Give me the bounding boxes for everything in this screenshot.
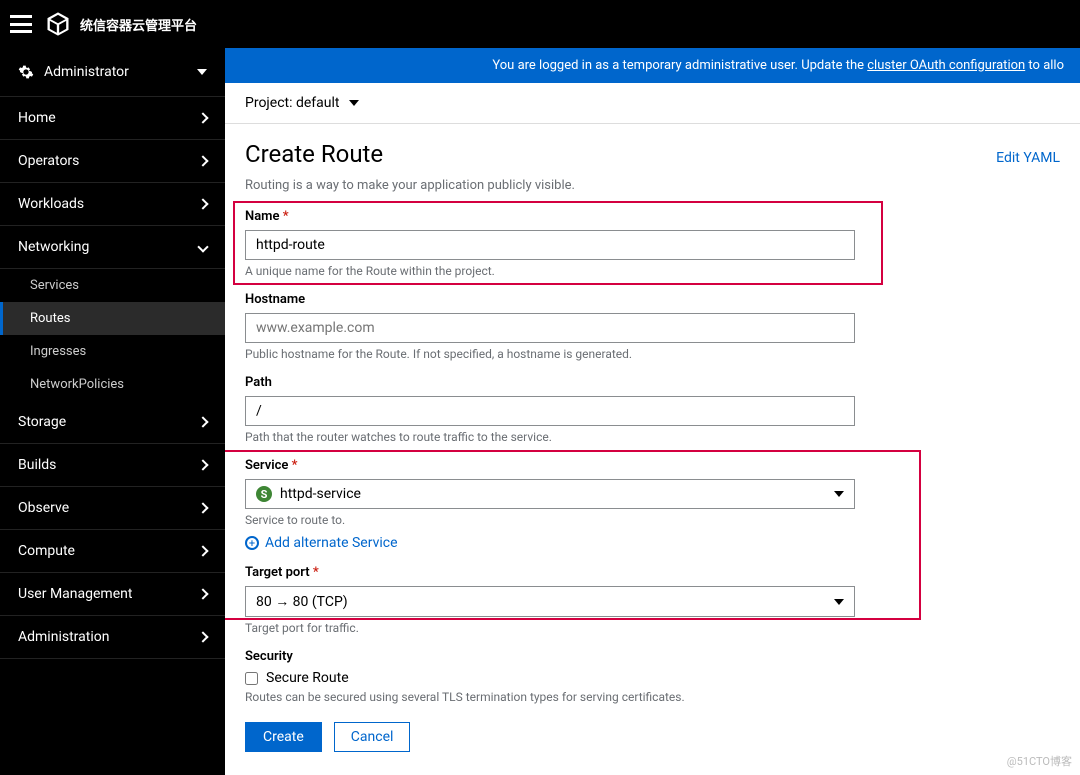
security-help: Routes can be secured using several TLS …: [245, 690, 1060, 704]
sidebar-item-usermgmt[interactable]: User Management: [0, 573, 225, 616]
sidebar: Administrator Home Operators Workloads N…: [0, 48, 225, 775]
sidebar-item-networking[interactable]: Networking: [0, 226, 225, 269]
sidebar-item-builds[interactable]: Builds: [0, 444, 225, 487]
chevron-right-icon: [197, 155, 208, 166]
main-content: You are logged in as a temporary adminis…: [225, 48, 1080, 775]
perspective-label: Administrator: [44, 64, 129, 80]
plus-circle-icon: +: [245, 536, 259, 550]
target-port-help: Target port for traffic.: [245, 621, 1060, 635]
chevron-right-icon: [197, 545, 208, 556]
hostname-input[interactable]: [245, 313, 855, 343]
chevron-right-icon: [197, 416, 208, 427]
hostname-help: Public hostname for the Route. If not sp…: [245, 347, 1060, 361]
sidebar-item-routes[interactable]: Routes: [0, 302, 225, 335]
sidebar-item-operators[interactable]: Operators: [0, 140, 225, 183]
chevron-right-icon: [197, 588, 208, 599]
chevron-right-icon: [197, 631, 208, 642]
cancel-button[interactable]: Cancel: [334, 722, 411, 752]
project-selector[interactable]: Project: default: [225, 83, 1080, 124]
create-button[interactable]: Create: [245, 722, 322, 752]
name-input[interactable]: [245, 230, 855, 260]
caret-down-icon: [349, 100, 359, 106]
sidebar-networking-subitems: Services Routes Ingresses NetworkPolicie…: [0, 269, 225, 401]
sidebar-item-admin[interactable]: Administration: [0, 616, 225, 659]
service-help: Service to route to.: [245, 513, 1060, 527]
edit-yaml-link[interactable]: Edit YAML: [996, 150, 1060, 166]
hostname-label: Hostname: [245, 292, 1060, 307]
menu-toggle-icon[interactable]: [10, 15, 32, 33]
secure-route-text: Secure Route: [266, 670, 349, 686]
sidebar-item-networkpolicies[interactable]: NetworkPolicies: [0, 368, 225, 401]
caret-down-icon: [834, 491, 844, 497]
sidebar-item-compute[interactable]: Compute: [0, 530, 225, 573]
sidebar-item-storage[interactable]: Storage: [0, 401, 225, 444]
path-input[interactable]: [245, 396, 855, 426]
security-label: Security: [245, 649, 1060, 664]
brand-logo: 统信容器云管理平台: [44, 10, 197, 38]
sidebar-item-workloads[interactable]: Workloads: [0, 183, 225, 226]
service-label: Service *: [245, 458, 1060, 473]
admin-banner: You are logged in as a temporary adminis…: [225, 48, 1080, 83]
oauth-config-link[interactable]: cluster OAuth configuration: [867, 58, 1025, 73]
sidebar-item-services[interactable]: Services: [0, 269, 225, 302]
page-title: Create Route: [245, 140, 383, 168]
path-help: Path that the router watches to route tr…: [245, 430, 1060, 444]
path-label: Path: [245, 375, 1060, 390]
chevron-right-icon: [197, 502, 208, 513]
add-alternate-service-link[interactable]: + Add alternate Service: [245, 535, 1060, 551]
target-port-label: Target port *: [245, 565, 1060, 580]
perspective-switcher[interactable]: Administrator: [0, 48, 225, 97]
chevron-down-icon: [197, 241, 208, 252]
cube-logo-icon: [44, 10, 72, 38]
caret-down-icon: [834, 599, 844, 605]
chevron-right-icon: [197, 198, 208, 209]
secure-route-checkbox[interactable]: [245, 672, 258, 685]
service-select[interactable]: S httpd-service: [245, 479, 855, 509]
sidebar-item-ingresses[interactable]: Ingresses: [0, 335, 225, 368]
target-port-select[interactable]: 80 → 80 (TCP): [245, 586, 855, 617]
sidebar-item-home[interactable]: Home: [0, 97, 225, 140]
name-help: A unique name for the Route within the p…: [245, 264, 1060, 278]
chevron-right-icon: [197, 112, 208, 123]
brand-text: 统信容器云管理平台: [80, 15, 197, 34]
service-badge-icon: S: [256, 486, 272, 502]
chevron-right-icon: [197, 459, 208, 470]
caret-down-icon: [197, 69, 207, 75]
watermark: @51CTO博客: [1007, 753, 1072, 769]
name-label: Name *: [245, 209, 1060, 224]
gear-icon: [18, 64, 34, 80]
page-subtitle: Routing is a way to make your applicatio…: [245, 178, 1060, 193]
sidebar-item-observe[interactable]: Observe: [0, 487, 225, 530]
topbar: 统信容器云管理平台: [0, 0, 1080, 48]
